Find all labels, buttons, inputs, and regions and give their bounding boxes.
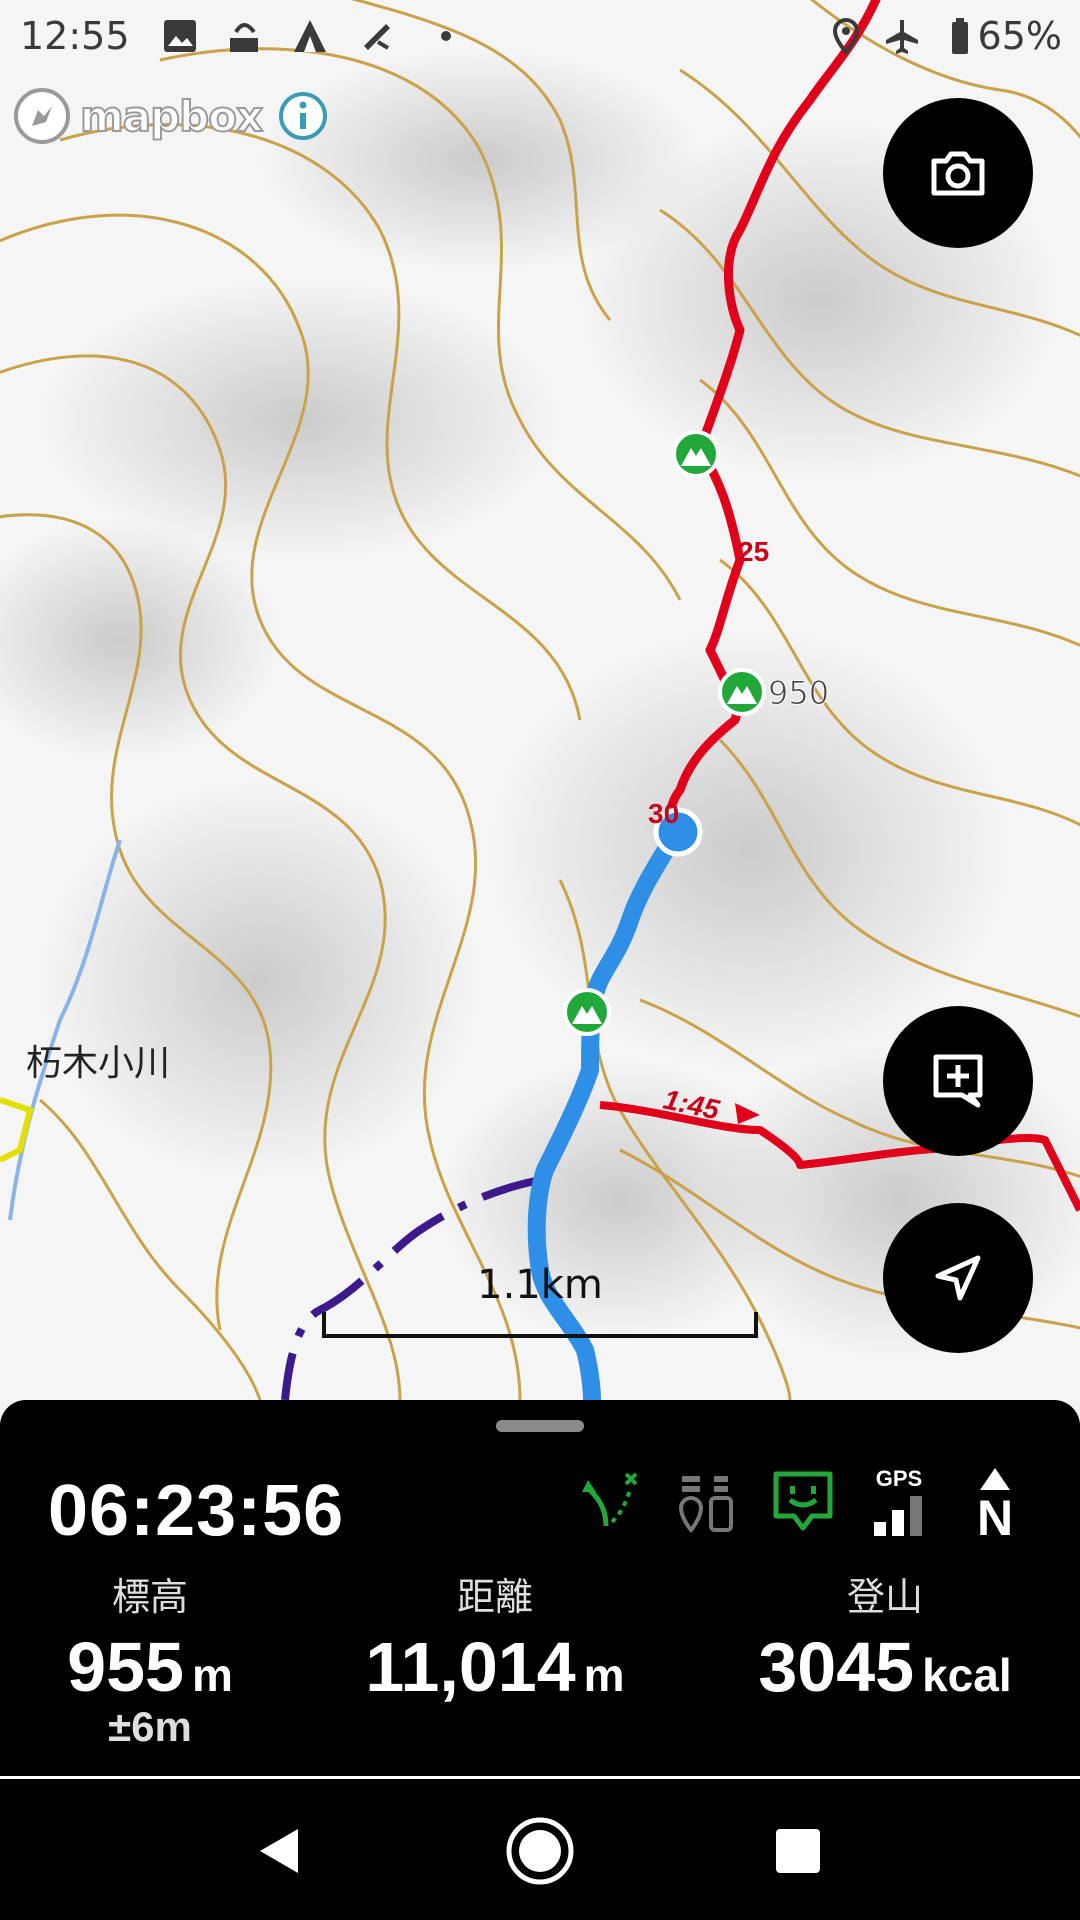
happy-message-icon[interactable] <box>768 1466 838 1536</box>
mapbox-attribution[interactable]: mapbox <box>12 86 330 146</box>
camera-icon <box>931 151 985 196</box>
elevation-stat: 標高 955 m ±6m <box>40 1566 260 1751</box>
status-time: 12:55 <box>20 14 130 58</box>
system-nav-bar <box>0 1776 1080 1920</box>
distance-unit: m <box>583 1649 625 1701</box>
checkpoint-marker[interactable] <box>718 668 766 716</box>
scale-line <box>322 1312 758 1338</box>
gps-signal-icon[interactable]: GPS <box>864 1466 934 1536</box>
checkpoint-marker[interactable] <box>563 988 611 1036</box>
home-icon <box>506 1817 574 1885</box>
mapbox-wordmark: mapbox <box>79 91 264 142</box>
back-icon <box>260 1829 298 1873</box>
cloud-upload-icon <box>230 23 258 52</box>
distance-stat: 距離 11,014 m <box>340 1566 650 1707</box>
battery-percent: 65% <box>977 14 1062 58</box>
route-off-icon[interactable] <box>576 1466 646 1536</box>
map-view[interactable]: 25 30 950 1:45 朽木小川 mapbox 1.1km <box>0 0 1080 1400</box>
checkpoint-marker[interactable] <box>672 430 720 478</box>
place-name-label: 朽木小川 <box>26 1043 171 1084</box>
calories-unit: kcal <box>922 1649 1012 1701</box>
add-memo-button[interactable] <box>883 1006 1033 1156</box>
location-icon <box>832 17 860 55</box>
elapsed-time: 06:23:56 <box>48 1471 345 1551</box>
add-memo-icon <box>933 1054 983 1108</box>
gps-label: GPS <box>875 1466 923 1491</box>
camera-button[interactable] <box>883 98 1033 248</box>
recents-icon <box>776 1829 820 1873</box>
back-button[interactable] <box>244 1815 316 1887</box>
calories-label: 登山 <box>846 1575 923 1619</box>
signal-bars <box>874 1496 922 1536</box>
my-location-button[interactable] <box>883 1203 1033 1353</box>
image-icon <box>164 20 196 52</box>
scale-label: 1.1km <box>477 1262 603 1308</box>
hiking-icon <box>364 24 390 50</box>
dot-icon <box>441 31 451 41</box>
elevation-value: 955 <box>67 1628 184 1706</box>
airplane-icon <box>886 20 918 54</box>
scale-bar: 1.1km <box>322 1262 758 1338</box>
north-arrow <box>980 1468 1010 1490</box>
calories-stat: 登山 3045 kcal <box>740 1566 1030 1707</box>
peak-elevation-label: 950 <box>768 674 829 712</box>
panel-drag-handle[interactable] <box>496 1420 584 1432</box>
route-marker-30: 30 <box>648 798 679 829</box>
tracking-panel[interactable]: 06:23:56 GPS N 標高 955m ±6m 距離 11,014m <box>0 1400 1080 1776</box>
battery-icon <box>952 18 968 54</box>
status-bar: 12:55 65% <box>0 0 1080 76</box>
info-icon[interactable] <box>276 89 330 143</box>
distance-value: 11,014 <box>365 1628 576 1706</box>
recents-button[interactable] <box>762 1815 834 1887</box>
navigation-arrow-icon <box>935 1255 981 1301</box>
elevation-label: 標高 <box>111 1575 188 1619</box>
elevation-accuracy: ±6m <box>108 1703 192 1750</box>
calories-value: 3045 <box>758 1628 915 1706</box>
route-marker-25: 25 <box>738 536 769 567</box>
tent-icon <box>294 20 326 52</box>
north-compass-icon[interactable]: N <box>960 1466 1030 1543</box>
gear-pack-icon[interactable] <box>672 1466 742 1536</box>
home-button[interactable] <box>504 1815 576 1887</box>
elevation-unit: m <box>191 1649 233 1701</box>
north-label: N <box>976 1490 1014 1546</box>
distance-label: 距離 <box>456 1575 533 1619</box>
mapbox-logo-icon <box>14 88 70 144</box>
